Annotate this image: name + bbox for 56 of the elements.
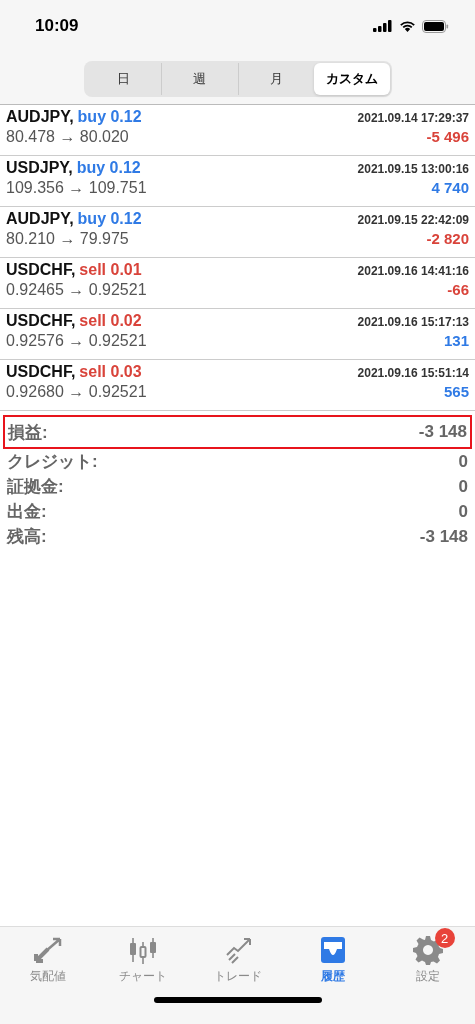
- trade-time: 2021.09.16 15:51:14: [357, 366, 469, 380]
- summary-value: -3 148: [418, 422, 467, 442]
- trade-profit: -2 820: [426, 230, 469, 247]
- tab-bar-item[interactable]: 気配値: [0, 927, 95, 988]
- summary-label: 出金:: [7, 501, 47, 523]
- notification-badge: 2: [434, 928, 455, 948]
- trade-prices: 109.356 → 109.751: [6, 179, 147, 197]
- candlestick-icon: [127, 936, 158, 964]
- tab-bar-item[interactable]: 履歴: [285, 927, 380, 988]
- trade-symbol: USDCHF,: [6, 312, 76, 330]
- trade-time: 2021.09.16 15:17:13: [357, 315, 469, 329]
- trade-time: 2021.09.15 22:42:09: [357, 213, 469, 227]
- signal-icon: [373, 20, 393, 32]
- trade-prices: 0.92680 → 0.92521: [6, 383, 147, 401]
- settings-icon: [412, 935, 443, 965]
- battery-icon: [422, 19, 449, 33]
- summary-value: 0: [458, 451, 468, 472]
- trade-profit: -66: [447, 281, 469, 298]
- trade-prices: 0.92465 → 0.92521: [6, 281, 147, 299]
- summary-value: -3 148: [419, 526, 468, 547]
- summary-label: クレジット:: [7, 451, 98, 473]
- period-tab[interactable]: 週: [161, 63, 238, 95]
- tab-bar-item[interactable]: 2 設定: [380, 927, 475, 988]
- trade-prices: 80.210 → 79.975: [6, 230, 129, 248]
- trade-volume: sell 0.03: [79, 363, 142, 381]
- trade-prices: 80.478 → 80.020: [6, 128, 129, 146]
- trade-symbol: USDJPY,: [6, 159, 73, 177]
- summary-label: 証拠金:: [7, 476, 64, 498]
- period-tab[interactable]: 日: [85, 63, 161, 95]
- trade-profit: -5 496: [426, 128, 469, 145]
- trade-profit: 131: [443, 332, 469, 349]
- trade-symbol: AUDJPY,: [6, 210, 74, 228]
- summary-value: 0: [458, 501, 468, 522]
- trade-profit: 565: [443, 383, 469, 400]
- trade-symbol: USDCHF,: [6, 363, 76, 381]
- trade-volume: sell 0.01: [79, 261, 142, 279]
- trade-time: 2021.09.15 13:00:16: [357, 162, 469, 176]
- trade-profit: 4 740: [431, 179, 469, 196]
- wifi-icon: [399, 20, 416, 32]
- summary-label: 損益:: [8, 421, 48, 444]
- summary-label: 残高:: [7, 526, 47, 548]
- trade-symbol: USDCHF,: [6, 261, 76, 279]
- tab-bar-item[interactable]: トレード: [190, 927, 285, 988]
- trade-symbol: AUDJPY,: [6, 108, 74, 126]
- status-time: 10:09: [35, 16, 79, 36]
- period-tab[interactable]: カスタム: [314, 63, 390, 95]
- trade-prices: 0.92576 → 0.92521: [6, 332, 147, 350]
- tab-bar-item[interactable]: チャート: [95, 927, 190, 988]
- trade-time: 2021.09.16 14:41:16: [357, 264, 469, 278]
- trade-volume: buy 0.12: [77, 108, 142, 126]
- trade-time: 2021.09.14 17:29:37: [357, 111, 469, 125]
- trade-volume: sell 0.02: [79, 312, 142, 330]
- trade-volume: buy 0.12: [76, 159, 141, 177]
- trade-volume: buy 0.12: [77, 210, 142, 228]
- arrows-icon: [32, 936, 63, 964]
- summary-value: 0: [458, 476, 468, 497]
